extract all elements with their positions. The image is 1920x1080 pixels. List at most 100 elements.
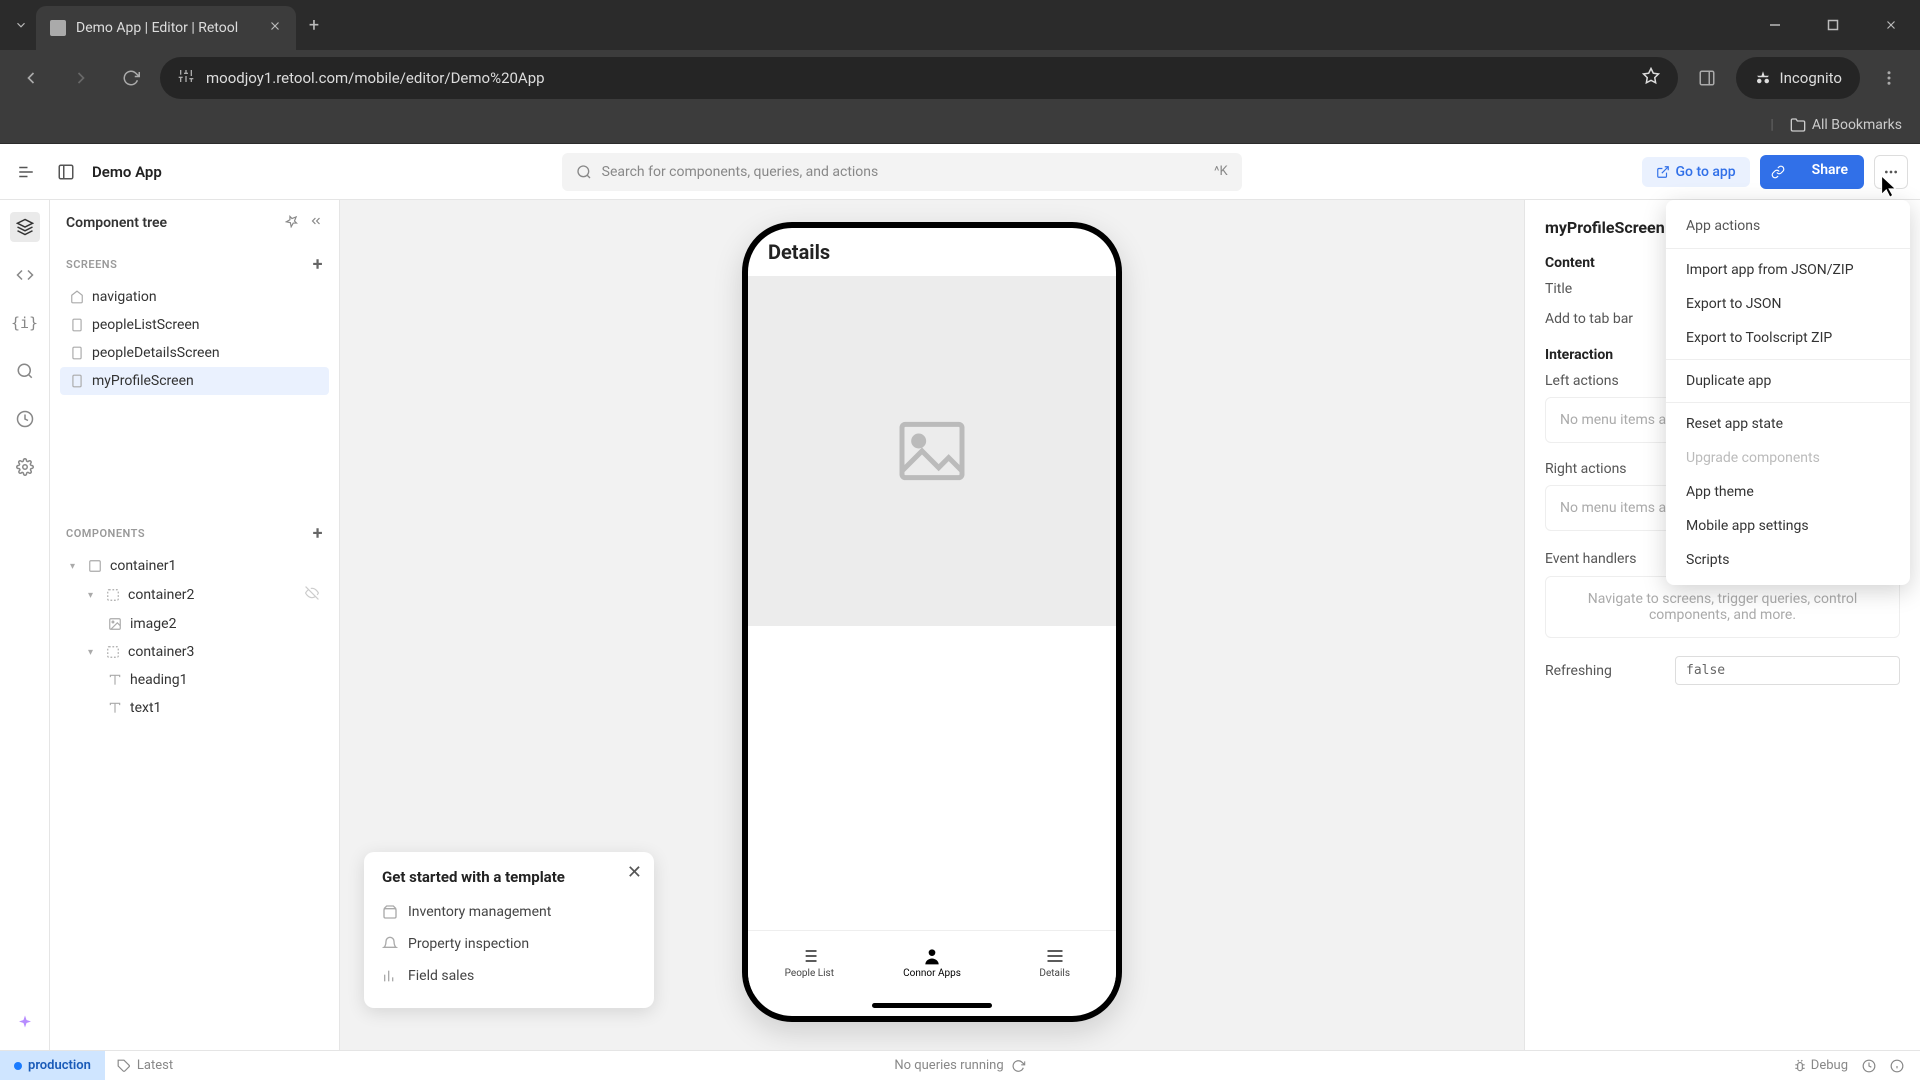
phone-tab-people-list[interactable]: People List [748,931,871,994]
window-maximize[interactable] [1804,0,1862,50]
component-text1[interactable]: text1 [60,694,329,722]
menu-upgrade-components: Upgrade components [1666,441,1910,475]
container-icon [106,588,120,602]
tab-title: Demo App | Editor | Retool [76,20,238,36]
component-container3[interactable]: ▾ container3 [60,638,329,666]
caret-icon[interactable]: ▾ [70,561,80,572]
go-to-app-button[interactable]: Go to app [1642,157,1750,187]
browser-menu-icon[interactable] [1868,57,1910,99]
share-link-icon[interactable] [1760,155,1796,189]
add-screen-button[interactable]: + [313,254,323,275]
menu-mobile-settings[interactable]: Mobile app settings [1666,509,1910,543]
address-bar[interactable]: moodjoy1.retool.com/mobile/editor/Demo%2… [160,57,1678,99]
template-popup-title: Get started with a template [382,868,636,886]
caret-icon[interactable]: ▾ [88,590,98,601]
bookmark-star-icon[interactable] [1642,67,1660,89]
rail-search[interactable] [10,356,40,386]
nav-back[interactable] [10,57,52,99]
template-field-sales[interactable]: Field sales [382,960,636,992]
browser-tab[interactable]: Demo App | Editor | Retool [36,6,296,50]
collapse-icon[interactable] [309,214,323,232]
image-placeholder[interactable] [748,276,1116,626]
debug-button[interactable]: Debug [1793,1058,1848,1073]
incognito-label: Incognito [1780,69,1842,87]
event-handlers-label: Event handlers [1545,551,1636,567]
title-label: Title [1545,281,1675,297]
component-image2[interactable]: image2 [60,610,329,638]
menu-import-json[interactable]: Import app from JSON/ZIP [1666,253,1910,287]
person-icon [922,946,942,966]
nav-forward[interactable] [60,57,102,99]
phone-screen-title: Details [748,228,1116,276]
more-actions-button[interactable] [1874,155,1908,189]
panel-toggle-icon[interactable] [52,158,80,186]
phone-tab-connor-apps[interactable]: Connor Apps [871,931,994,994]
nav-reload[interactable] [110,57,152,99]
phone-tab-details[interactable]: Details [993,931,1116,994]
menu-toggle-icon[interactable] [12,158,40,186]
rail-code[interactable] [10,260,40,290]
menu-export-toolscript[interactable]: Export to Toolscript ZIP [1666,321,1910,355]
search-shortcut: ^K [1214,164,1228,179]
component-container1[interactable]: ▾ container1 [60,552,329,580]
refresh-icon[interactable] [1012,1059,1026,1073]
search-icon [576,164,592,180]
rail-settings[interactable] [10,452,40,482]
screen-my-profile[interactable]: myProfileScreen [60,367,329,395]
list-icon [799,946,819,966]
all-bookmarks[interactable]: All Bookmarks [1812,117,1902,133]
add-tab-bar-label: Add to tab bar [1545,311,1675,327]
window-close[interactable] [1862,0,1920,50]
info-icon[interactable] [1890,1059,1904,1073]
event-handlers-hint: Navigate to screens, trigger queries, co… [1545,576,1900,638]
tab-close[interactable] [268,19,282,37]
close-popup-button[interactable]: ✕ [627,862,642,883]
bell-icon [382,936,398,952]
screen-icon [70,346,84,360]
bookmarks-divider: | [1770,117,1773,133]
menu-export-json[interactable]: Export to JSON [1666,287,1910,321]
container-icon [88,559,102,573]
window-minimize[interactable] [1746,0,1804,50]
new-tab-button[interactable]: + [296,7,332,43]
screen-people-details[interactable]: peopleDetailsScreen [60,339,329,367]
tabs-dropdown[interactable] [6,10,36,40]
site-settings-icon[interactable] [178,68,194,88]
screen-navigation[interactable]: navigation [60,283,329,311]
screen-people-list[interactable]: peopleListScreen [60,311,329,339]
pin-icon[interactable] [285,214,299,232]
component-heading1[interactable]: heading1 [60,666,329,694]
add-component-button[interactable]: + [313,523,323,544]
chart-icon [382,968,398,984]
refreshing-input[interactable] [1675,656,1900,685]
rail-history[interactable] [10,404,40,434]
incognito-chip[interactable]: Incognito [1736,57,1860,99]
menu-duplicate-app[interactable]: Duplicate app [1666,364,1910,398]
box-icon [382,904,398,920]
menu-reset-state[interactable]: Reset app state [1666,407,1910,441]
visibility-icon[interactable] [305,586,319,604]
components-header: COMPONENTS [66,527,145,540]
go-to-app-label: Go to app [1676,164,1736,180]
side-panel-icon[interactable] [1686,57,1728,99]
tag-icon [117,1059,131,1073]
global-search[interactable]: Search for components, queries, and acti… [562,153,1242,191]
container-icon [106,645,120,659]
env-chip[interactable]: production [0,1051,105,1080]
clock-icon[interactable] [1862,1059,1876,1073]
menu-app-theme[interactable]: App theme [1666,475,1910,509]
app-actions-menu: App actions Import app from JSON/ZIP Exp… [1666,200,1910,585]
latest-chip[interactable]: Latest [105,1058,185,1073]
template-property[interactable]: Property inspection [382,928,636,960]
rail-component-tree[interactable] [10,212,40,242]
phone-preview: Details People List Connor Apps [742,222,1122,1022]
share-button[interactable]: Share [1796,155,1864,189]
rail-state[interactable]: {i} [10,308,40,338]
caret-icon[interactable]: ▾ [88,647,98,658]
url-text: moodjoy1.retool.com/mobile/editor/Demo%2… [206,69,545,87]
component-container2[interactable]: ▾ container2 [60,580,329,610]
menu-scripts[interactable]: Scripts [1666,543,1910,577]
rail-ai[interactable] [10,1008,40,1038]
search-placeholder: Search for components, queries, and acti… [602,164,879,180]
template-inventory[interactable]: Inventory management [382,896,636,928]
